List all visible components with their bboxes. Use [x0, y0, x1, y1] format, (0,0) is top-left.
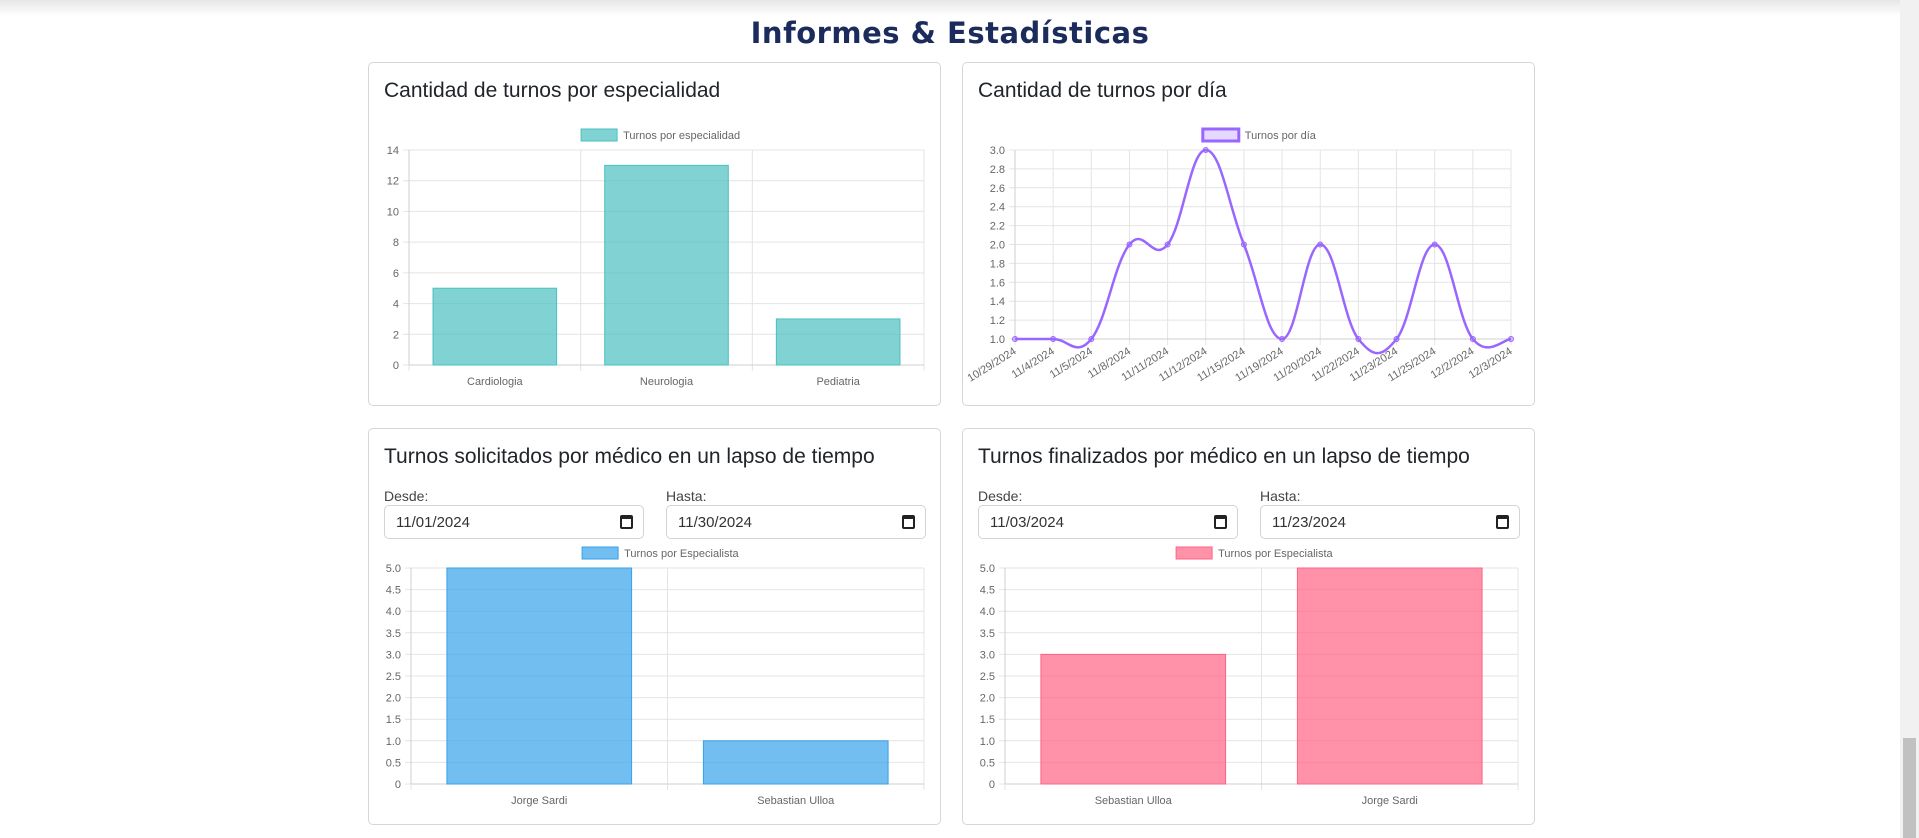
y-tick-label: 3.5 [386, 628, 401, 640]
y-tick-label: 4.0 [386, 606, 401, 618]
x-tick-label: Neurologia [640, 376, 694, 388]
card-turnos-finalizados: Turnos finalizados por médico en un laps… [962, 428, 1535, 825]
data-point [1240, 241, 1247, 248]
data-point [1202, 147, 1209, 153]
bar [604, 164, 729, 366]
x-tick-label: Jorge Sardi [511, 795, 567, 807]
data-point [1317, 241, 1324, 248]
y-tick-label: 5.0 [386, 563, 401, 575]
chart-turnos-especialidad: 0 2 4 6 8 10 12 14 Cardiologia Neurologia Pediatri… [387, 128, 925, 388]
y-tick-label: 1.0 [980, 736, 995, 748]
legend-label: Turnos por día [1245, 130, 1317, 142]
y-tick-label: 4.5 [386, 585, 401, 597]
x-tick-label: Cardiologia [467, 376, 524, 388]
y-tick-label: 3.5 [980, 628, 995, 640]
series-line [1015, 148, 1512, 355]
y-tick-label: 2.0 [386, 693, 401, 705]
y-tick-label: 2.8 [990, 164, 1005, 176]
y-tick-label: 2 [393, 329, 399, 341]
y-tick-label: 2.6 [990, 183, 1005, 195]
chart-turnos-dia: 1.0 1.2 1.4 1.6 1.8 2.0 2.2 2.4 2.6 2.8 3.0 10/29/2… [966, 127, 1515, 385]
bar [446, 567, 633, 785]
x-tick-label: 12/3/2024 [1467, 345, 1515, 381]
y-tick-label: 2.2 [990, 221, 1005, 233]
y-tick-label: 1.8 [990, 258, 1005, 270]
chart-turnos-finalizados: 0 0.5 1.0 1.5 2.0 2.5 3.0 3.5 4.0 4.5 5.0 Sebastian… [980, 546, 1519, 807]
bar [1040, 653, 1227, 785]
card-turnos-por-dia: Cantidad de turnos por día 1.0 1.2 1.4 1.6 1… [962, 62, 1535, 406]
y-tick-label: 3.0 [990, 145, 1005, 157]
y-tick-label: 1.5 [386, 714, 401, 726]
y-tick-label: 1.0 [386, 736, 401, 748]
data-point [1431, 241, 1438, 248]
bar [775, 318, 901, 366]
legend-label: Turnos por especialidad [623, 130, 740, 142]
card-turnos-solicitados: Turnos solicitados por médico en un laps… [368, 428, 941, 825]
y-tick-label: 3.0 [386, 649, 401, 661]
data-point [1279, 336, 1286, 342]
y-tick-label: 3.0 [980, 649, 995, 661]
y-tick-label: 2.0 [990, 240, 1005, 252]
y-tick-label: 14 [387, 145, 399, 157]
chart-turnos-solicitados: 0 0.5 1.0 1.5 2.0 2.5 3.0 3.5 4.0 4.5 5.0 Jorge Sar… [386, 546, 925, 807]
x-tick-label: 10/29/2024 [966, 345, 1019, 384]
y-tick-label: 2.0 [980, 693, 995, 705]
x-tick-label: Pediatria [816, 376, 860, 388]
y-tick-label: 4.5 [980, 585, 995, 597]
y-tick-label: 1.4 [990, 296, 1005, 308]
bar [702, 740, 889, 785]
data-point [1050, 336, 1057, 342]
legend-swatch [581, 546, 619, 560]
y-tick-label: 0 [989, 779, 995, 791]
y-tick-label: 0.5 [386, 757, 401, 769]
y-tick-label: 1.6 [990, 277, 1005, 289]
data-point [1508, 336, 1514, 342]
data-point [1012, 336, 1018, 342]
x-tick-label: Sebastian Ulloa [1095, 795, 1173, 807]
y-tick-label: 0.5 [980, 757, 995, 769]
data-point [1393, 336, 1400, 342]
y-tick-label: 1.2 [990, 315, 1005, 327]
legend-swatch [1175, 546, 1213, 560]
scrollbar-thumb[interactable] [1903, 738, 1916, 838]
data-point [1164, 241, 1171, 248]
data-point [1126, 241, 1133, 248]
data-point [1088, 336, 1095, 342]
y-tick-label: 4.0 [980, 606, 995, 618]
legend-label: Turnos por Especialista [624, 548, 739, 560]
scrollbar-track[interactable] [1900, 0, 1919, 838]
y-tick-label: 6 [393, 268, 399, 280]
y-tick-label: 10 [387, 206, 399, 218]
page-title: Informes & Estadísticas [750, 16, 1150, 50]
bar [1296, 567, 1483, 785]
y-tick-label: 0 [395, 779, 401, 791]
y-tick-label: 0 [393, 360, 399, 372]
x-tick-label: Sebastian Ulloa [757, 795, 835, 807]
card-turnos-por-especialidad: Cantidad de turnos por especialidad 0246… [368, 62, 941, 406]
y-tick-label: 4 [393, 299, 399, 311]
legend-swatch [1201, 127, 1241, 143]
legend-label: Turnos por Especialista [1218, 548, 1333, 560]
data-point [1355, 336, 1362, 342]
y-tick-label: 12 [387, 176, 399, 188]
y-tick-label: 2.5 [386, 671, 401, 683]
y-tick-label: 2.5 [980, 671, 995, 683]
bar [432, 287, 558, 366]
x-tick-label: Jorge Sardi [1362, 795, 1418, 807]
y-tick-label: 1.0 [990, 334, 1005, 346]
legend-swatch [580, 128, 618, 142]
y-tick-label: 5.0 [980, 563, 995, 575]
y-tick-label: 2.4 [990, 202, 1005, 214]
header-shadow [0, 0, 1900, 16]
y-tick-label: 1.5 [980, 714, 995, 726]
y-tick-label: 8 [393, 237, 399, 249]
data-point [1469, 336, 1476, 342]
